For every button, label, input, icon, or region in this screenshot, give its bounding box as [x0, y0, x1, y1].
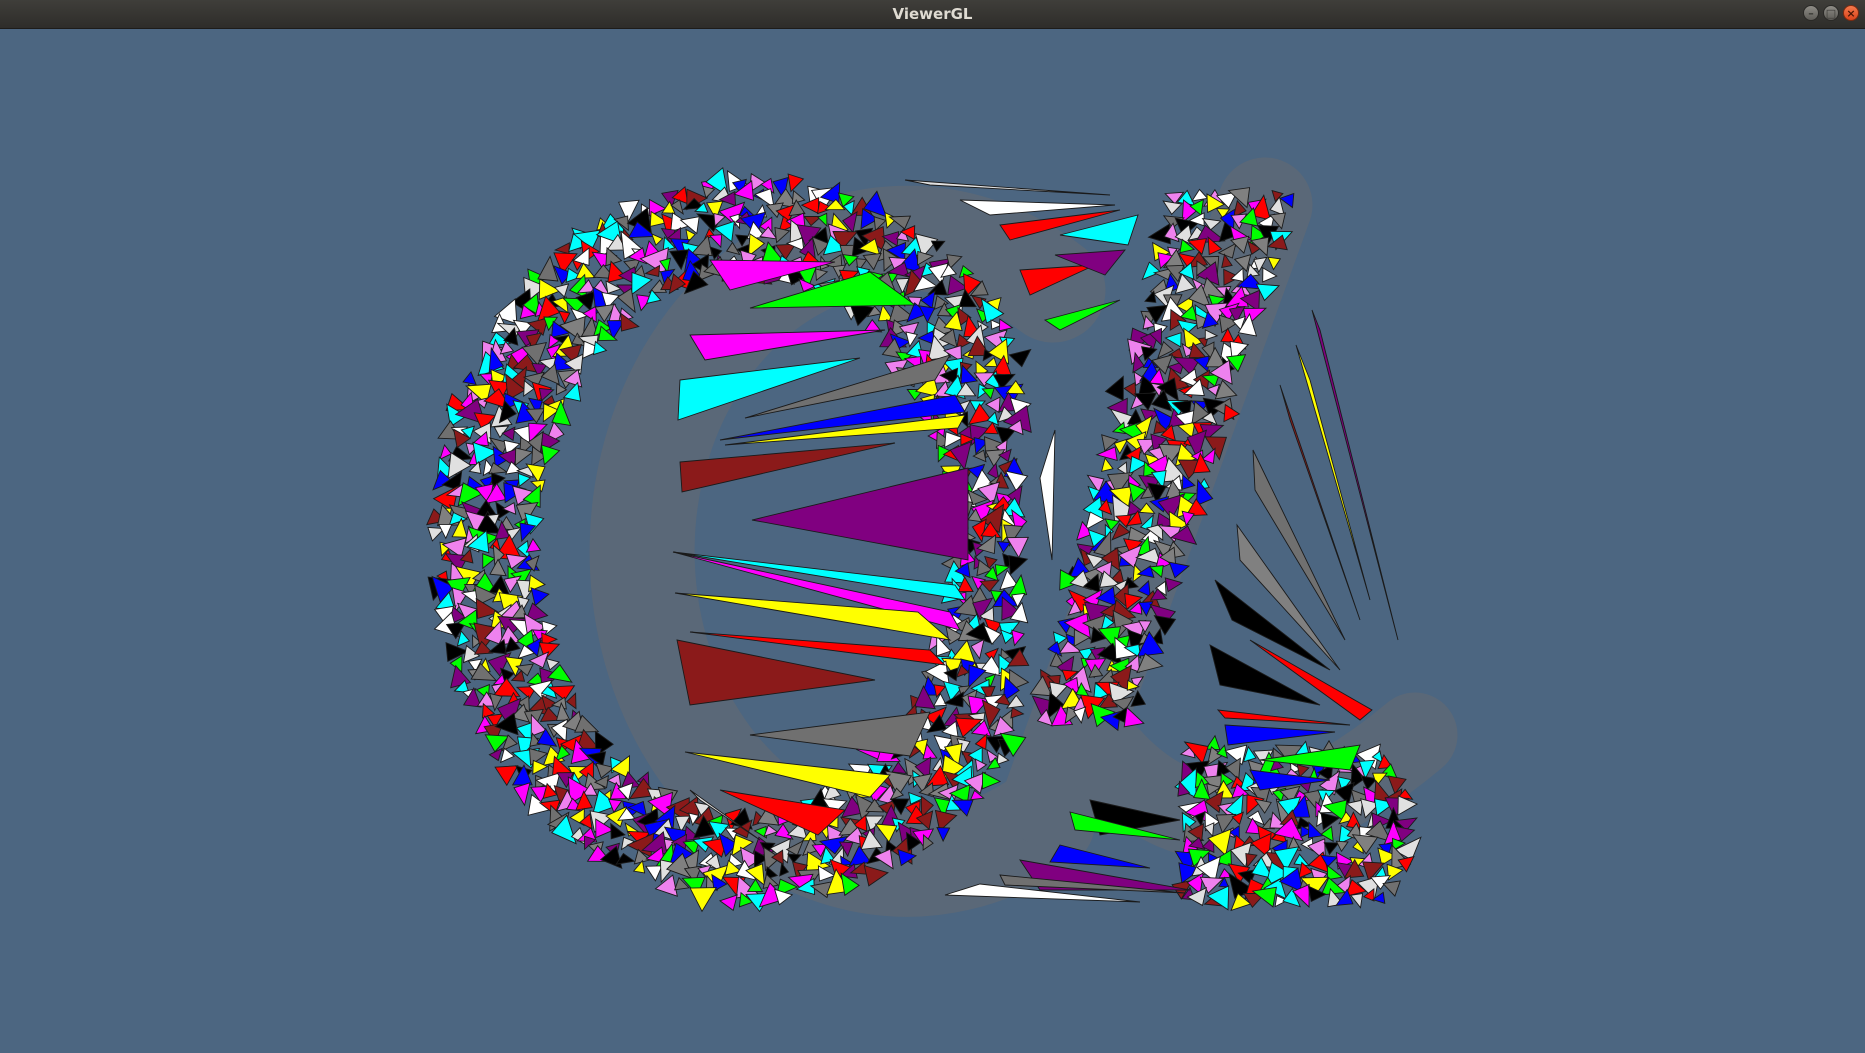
mesh-sliver-triangle [1039, 429, 1056, 561]
mesh-triangle [979, 579, 1000, 593]
mesh-triangle [708, 234, 723, 249]
mesh-triangle [981, 771, 1002, 790]
mesh-triangle [1011, 629, 1025, 647]
mesh-triangle [606, 773, 622, 788]
mesh-triangle [920, 290, 936, 310]
mesh-triangle [557, 310, 571, 325]
mesh-triangle [1162, 200, 1183, 216]
mesh-triangle [607, 260, 628, 283]
gl-viewport[interactable] [0, 29, 1865, 1053]
mesh-triangle [1123, 381, 1137, 398]
mesh-triangle [1004, 470, 1029, 492]
mesh-triangle [514, 447, 534, 467]
mesh-sliver-triangle [672, 551, 966, 601]
mesh-triangle [553, 242, 570, 255]
mesh-sliver-triangle [679, 442, 896, 493]
mesh-sliver-triangle [751, 467, 969, 561]
title-bar[interactable]: ViewerGL – □ × [0, 0, 1865, 29]
mesh-triangle [969, 789, 985, 801]
mesh-triangle [439, 444, 452, 461]
mesh-triangle [631, 271, 653, 296]
viewergl-window: ViewerGL – □ × [0, 0, 1865, 1053]
mesh-triangle [651, 233, 664, 247]
mesh-triangle [1010, 706, 1025, 719]
minimize-icon: – [1808, 6, 1814, 20]
mesh-triangle [610, 822, 626, 840]
mesh-sliver-triangle [1311, 309, 1399, 641]
mesh-triangle [984, 396, 1001, 414]
close-icon: × [1846, 6, 1856, 20]
maximize-icon: □ [1825, 6, 1837, 20]
maximize-button[interactable]: □ [1823, 5, 1839, 21]
mesh-triangle [718, 894, 738, 912]
mesh-triangle [1123, 706, 1145, 728]
mesh-triangle [1335, 840, 1349, 853]
mesh-triangle [972, 449, 987, 463]
mesh-triangle [1144, 289, 1157, 303]
mesh-triangle [1006, 536, 1030, 559]
mesh-triangle [1008, 555, 1029, 576]
mesh-triangle [1191, 188, 1209, 202]
mesh-sliver-triangle [674, 592, 952, 641]
mesh-triangle [1008, 348, 1032, 368]
mesh-triangle [644, 264, 661, 277]
window-title: ViewerGL [892, 5, 973, 23]
mesh-sliver-triangle [1252, 449, 1346, 641]
mesh-triangle [787, 173, 805, 193]
mesh-sliver-triangle [1224, 724, 1336, 746]
mesh-triangle [530, 587, 550, 607]
mesh-triangle [1100, 457, 1114, 473]
mesh-sliver-triangle [1216, 709, 1351, 726]
mesh-triangle [654, 874, 678, 897]
mesh-triangle [462, 371, 477, 386]
mesh-sliver-triangle [689, 329, 886, 361]
mesh-triangle [773, 888, 794, 906]
mesh-triangle [482, 553, 496, 570]
mesh-triangle [1225, 757, 1241, 781]
mesh-triangle [974, 732, 988, 751]
mesh-triangle [1349, 892, 1364, 909]
minimize-button[interactable]: – [1803, 5, 1819, 21]
mesh-triangle [996, 540, 1012, 554]
mesh-triangle [996, 752, 1010, 766]
mesh-triangle [891, 761, 908, 775]
mesh-triangle [1382, 880, 1401, 897]
mesh-triangle [592, 340, 608, 356]
mesh-triangle [689, 887, 718, 913]
window-controls: – □ × [1803, 5, 1859, 21]
triangle-mesh-canvas [426, 157, 1458, 917]
mesh-triangle [540, 444, 561, 466]
mesh-triangle [1141, 261, 1162, 281]
mesh-triangle [505, 461, 523, 475]
mesh-triangle [791, 189, 806, 205]
mesh-triangle [1104, 375, 1124, 402]
mesh-triangle [932, 692, 948, 707]
close-button[interactable]: × [1843, 5, 1859, 21]
mesh-triangle [967, 403, 992, 425]
mesh-triangle [525, 537, 542, 553]
mesh-triangle [645, 865, 663, 882]
mesh-triangle [489, 558, 507, 577]
mesh-triangle [513, 782, 531, 807]
mesh-sliver-triangle [749, 711, 931, 757]
